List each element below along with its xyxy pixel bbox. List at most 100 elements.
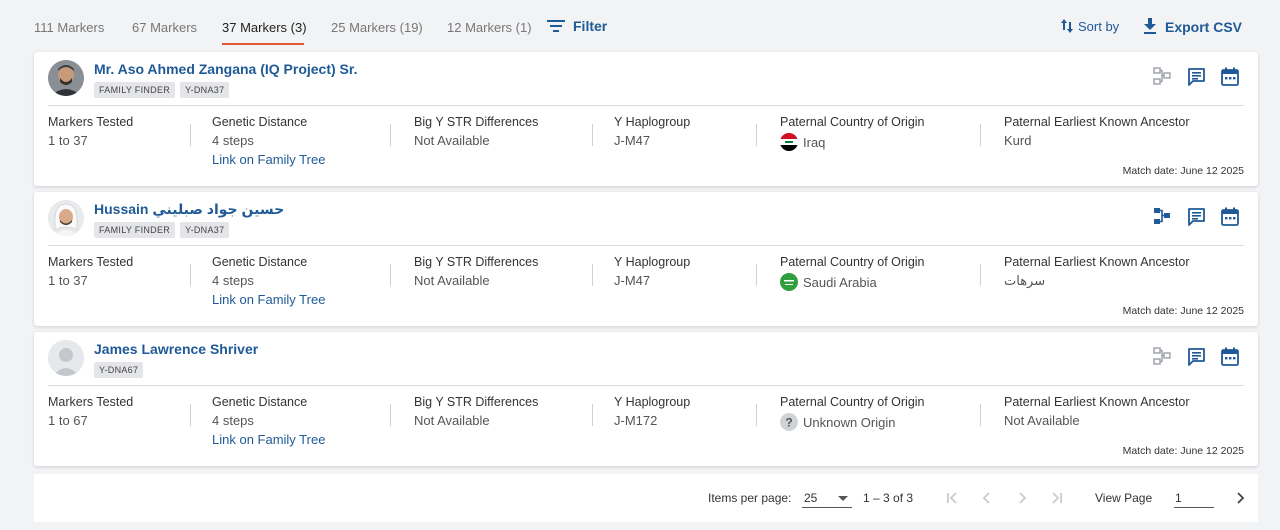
markers-label: Markers Tested — [48, 115, 134, 129]
saudi-flag-icon — [780, 273, 798, 291]
next-page-button[interactable] — [1012, 488, 1032, 508]
family-tree-button[interactable] — [1152, 206, 1172, 226]
divider — [48, 105, 1244, 106]
avatar[interactable] — [48, 340, 84, 376]
test-badges: FAMILY FINDER Y-DNA37 — [94, 82, 230, 98]
distance-label: Genetic Distance — [212, 255, 308, 269]
match-date: Match date: June 12 2025 — [1122, 165, 1244, 177]
country-label: Paternal Country of Origin — [780, 395, 925, 409]
badge: Y-DNA37 — [180, 82, 230, 98]
match-date: Match date: June 12 2025 — [1122, 445, 1244, 457]
calendar-button[interactable] — [1220, 206, 1240, 226]
separator — [980, 264, 981, 286]
family-tree-link[interactable]: Link on Family Tree — [212, 292, 325, 307]
ancestor-field: Paternal Earliest Known Ancestor Kurd — [1004, 115, 1190, 148]
match-date: Match date: June 12 2025 — [1122, 305, 1244, 317]
question-mark-icon: ? — [780, 413, 798, 431]
notes-button[interactable] — [1186, 346, 1206, 366]
test-badges: FAMILY FINDER Y-DNA37 — [94, 222, 230, 238]
separator — [390, 124, 391, 146]
divider — [48, 245, 1244, 246]
tab-111-markers[interactable]: 111 Markers — [34, 20, 104, 35]
chevron-down-icon — [838, 496, 848, 501]
tree-outline-icon — [1153, 67, 1171, 85]
page-number-input[interactable] — [1174, 488, 1214, 508]
notes-button[interactable] — [1186, 66, 1206, 86]
ancestor-field: Paternal Earliest Known Ancestor Not Ava… — [1004, 395, 1190, 428]
tab-37-markers[interactable]: 37 Markers (3) — [222, 20, 307, 35]
calendar-button[interactable] — [1220, 66, 1240, 86]
bigy-label: Big Y STR Differences — [414, 115, 539, 129]
country-value: Iraq — [780, 133, 925, 151]
tab-12-markers[interactable]: 12 Markers (1) — [447, 20, 532, 35]
country-name: Saudi Arabia — [803, 274, 877, 290]
last-page-icon — [1052, 492, 1062, 504]
match-name[interactable]: James Lawrence Shriver — [94, 341, 258, 357]
haplogroup-value: J-M47 — [614, 273, 651, 288]
distance-value: 4 steps — [212, 413, 254, 428]
filter-label: Filter — [573, 18, 608, 34]
family-tree-button[interactable] — [1152, 66, 1172, 86]
match-name[interactable]: Hussain حسين جواد صبليني — [94, 201, 284, 218]
bigy-field: Big Y STR Differences Not Available — [414, 115, 538, 148]
go-page-button[interactable] — [1230, 488, 1250, 508]
items-per-page-label: Items per page: — [708, 491, 792, 505]
bigy-field: Big Y STR Differences Not Available — [414, 255, 538, 288]
family-tree-button[interactable] — [1152, 346, 1172, 366]
separator — [756, 264, 757, 286]
notes-button[interactable] — [1186, 206, 1206, 226]
genetic-distance-field: Genetic Distance 4 steps Link on Family … — [212, 115, 325, 167]
family-tree-link[interactable]: Link on Family Tree — [212, 432, 325, 447]
chevron-left-icon — [982, 492, 990, 504]
last-page-button[interactable] — [1047, 488, 1067, 508]
export-label: Export CSV — [1165, 18, 1243, 35]
download-icon — [1144, 18, 1156, 34]
svg-text:?: ? — [785, 416, 792, 430]
sort-button[interactable]: Sort by — [1060, 18, 1119, 34]
first-page-button[interactable] — [942, 488, 962, 508]
sort-label: Sort by — [1078, 18, 1120, 34]
haplogroup-field: Y Haplogroup J-M47 — [614, 255, 690, 288]
separator — [190, 124, 191, 146]
separator — [980, 124, 981, 146]
bigy-value: Not Available — [414, 273, 490, 288]
avatar[interactable] — [48, 60, 84, 96]
tab-67-markers[interactable]: 67 Markers — [132, 20, 197, 35]
country-value: ? Unknown Origin — [780, 413, 925, 431]
sort-icon — [1061, 19, 1073, 33]
calendar-button[interactable] — [1220, 346, 1240, 366]
default-avatar-icon — [48, 340, 84, 376]
markers-tested-field: Markers Tested 1 to 37 — [48, 115, 133, 148]
distance-label: Genetic Distance — [212, 115, 308, 129]
country-label: Paternal Country of Origin — [780, 115, 925, 129]
distance-label: Genetic Distance — [212, 395, 308, 409]
separator — [390, 264, 391, 286]
avatar[interactable] — [48, 200, 84, 236]
haplogroup-label: Y Haplogroup — [614, 395, 691, 409]
ancestor-value: Kurd — [1004, 133, 1032, 148]
markers-value: 1 to 37 — [48, 273, 88, 288]
previous-page-button[interactable] — [977, 488, 997, 508]
card-actions — [1152, 346, 1240, 366]
items-per-page-select[interactable]: 25 — [802, 488, 852, 508]
tab-25-markers[interactable]: 25 Markers (19) — [331, 20, 423, 35]
match-card: Hussain حسين جواد صبليني FAMILY FINDER Y… — [34, 192, 1258, 326]
separator — [756, 124, 757, 146]
haplogroup-label: Y Haplogroup — [614, 255, 691, 269]
tree-filled-icon — [1154, 208, 1170, 224]
ancestor-label: Paternal Earliest Known Ancestor — [1004, 115, 1190, 129]
haplogroup-label: Y Haplogroup — [614, 115, 691, 129]
ancestor-value: سرهات — [1004, 273, 1046, 288]
match-name[interactable]: Mr. Aso Ahmed Zangana (IQ Project) Sr. — [94, 61, 357, 77]
ancestor-field: Paternal Earliest Known Ancestor سرهات — [1004, 255, 1190, 289]
chevron-right-icon — [1237, 492, 1245, 504]
separator — [190, 264, 191, 286]
comment-icon — [1187, 207, 1205, 226]
separator — [190, 404, 191, 426]
filter-button[interactable]: Filter — [547, 18, 607, 34]
first-page-icon — [947, 492, 957, 504]
haplogroup-field: Y Haplogroup J-M47 — [614, 115, 690, 148]
export-csv-button[interactable]: Export CSV — [1143, 18, 1242, 35]
separator — [592, 404, 593, 426]
family-tree-link[interactable]: Link on Family Tree — [212, 152, 325, 167]
